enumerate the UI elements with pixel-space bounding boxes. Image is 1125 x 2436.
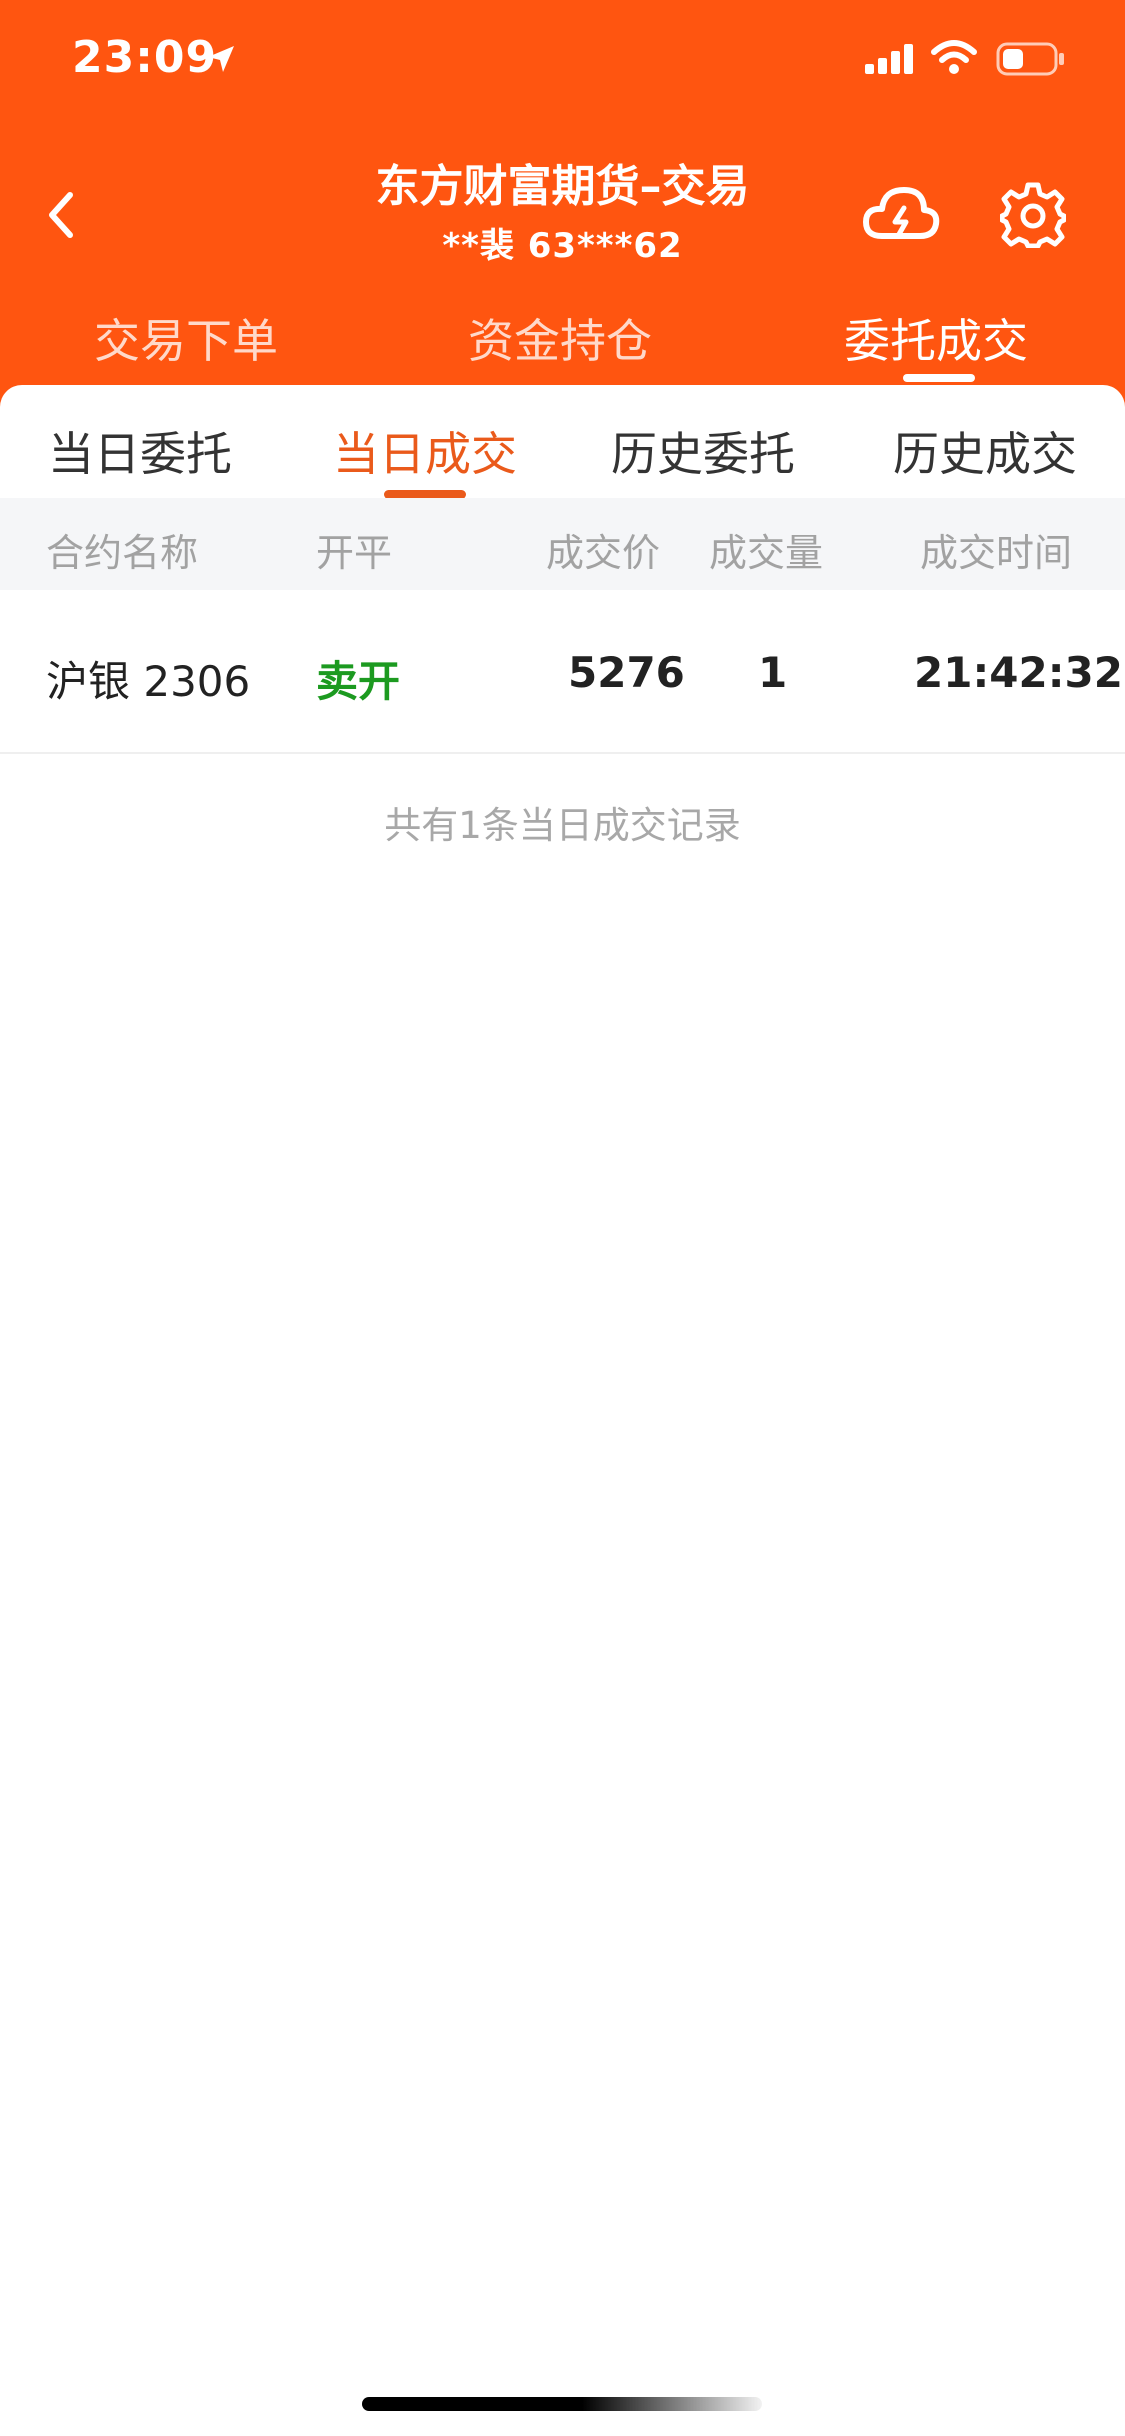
account-subtitle: **裴 63***62 [442,226,683,266]
cell-volume: 1 [758,648,788,697]
gear-icon[interactable] [1000,182,1066,248]
subtab-today-trades[interactable]: 当日成交 [295,418,555,484]
home-indicator[interactable] [362,2397,762,2411]
subtab-today-orders[interactable]: 当日委托 [10,418,270,484]
cell-contract: 沪银 2306 [46,657,251,706]
page-title: 东方财富期货–交易 [375,161,750,212]
subtab-history-trades[interactable]: 历史成交 [855,418,1115,484]
status-time: 23:09 [72,32,218,83]
column-price: 成交价 [546,531,661,575]
tab-orders-trades[interactable]: 委托成交 [786,305,1086,371]
column-time: 成交时间 [920,531,1073,575]
column-open-close: 开平 [316,531,393,575]
cell-time: 21:42:32 [914,648,1123,697]
battery-icon [996,42,1064,76]
record-count-summary: 共有1条当日成交记录 [384,804,741,847]
cell-price: 5276 [568,648,685,697]
signal-icon [865,44,913,74]
tab-trade-order[interactable]: 交易下单 [36,305,336,371]
column-contract: 合约名称 [46,531,199,575]
cloud-icon[interactable] [862,184,940,246]
cell-open-close: 卖开 [316,657,401,706]
column-volume: 成交量 [709,531,824,575]
tab-funds-positions[interactable]: 资金持仓 [410,305,710,371]
location-arrow-icon [208,46,234,72]
wifi-icon [931,40,977,74]
main-tab-indicator [903,374,975,382]
subtab-history-orders[interactable]: 历史委托 [573,418,833,484]
